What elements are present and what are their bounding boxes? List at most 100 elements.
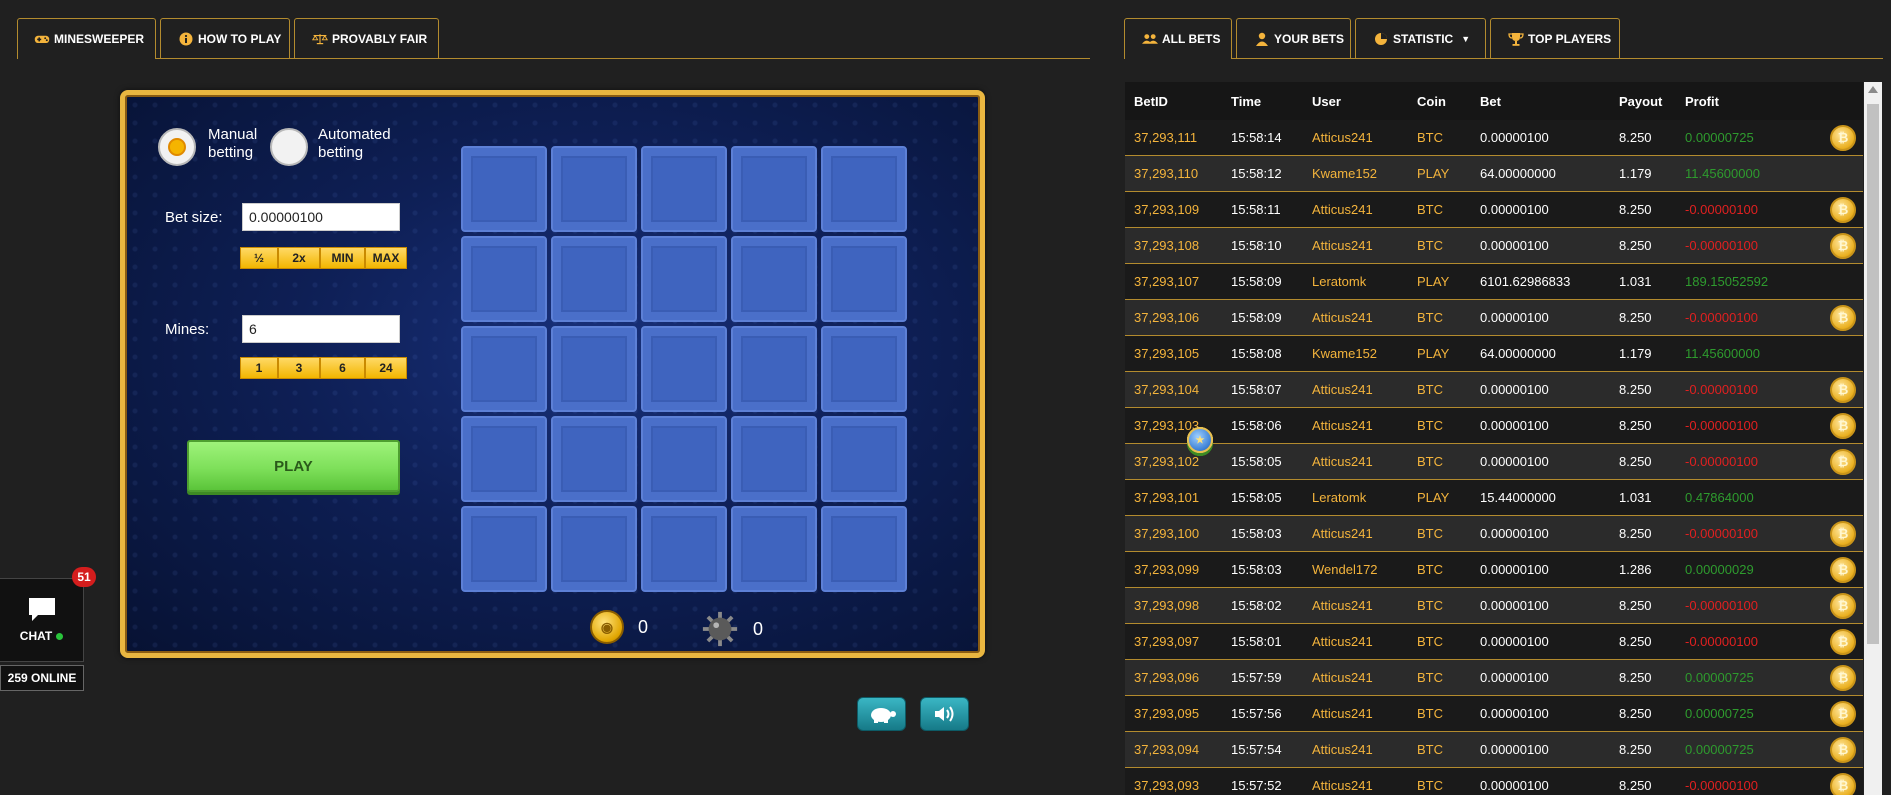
mine-tile[interactable]	[461, 506, 547, 592]
bet-user-link[interactable]: Leratomk	[1303, 479, 1408, 516]
mine-tile[interactable]	[551, 236, 637, 322]
bet-id-link[interactable]: 37,293,105	[1125, 335, 1222, 372]
manual-betting-radio[interactable]	[158, 128, 196, 166]
mine-tile[interactable]	[731, 146, 817, 232]
bet-user-link[interactable]: Atticus241	[1303, 515, 1408, 552]
table-row[interactable]: 37,293,096 15:57:59 Atticus241 BTC 0.0000010…	[1125, 659, 1863, 696]
mine-tile[interactable]	[551, 326, 637, 412]
double-bet-button[interactable]: 2x	[278, 247, 320, 269]
mine-tile[interactable]	[821, 236, 907, 322]
bet-size-input[interactable]	[242, 203, 400, 231]
bet-id-link[interactable]: 37,293,098	[1125, 587, 1222, 624]
table-row[interactable]: 37,293,101 15:58:05 Leratomk PLAY 15.4400000…	[1125, 427, 1863, 516]
table-row[interactable]: 37,293,103 15:58:06 Atticus241 BTC 0.0000010…	[1125, 407, 1863, 444]
bet-user-link[interactable]: Wendel172	[1303, 551, 1408, 588]
bet-user-link[interactable]: Atticus241	[1303, 731, 1408, 768]
bet-user-link[interactable]: Atticus241	[1303, 371, 1408, 408]
bet-user-link[interactable]: Kwame152	[1303, 335, 1408, 372]
bet-id-link[interactable]: 37,293,111	[1125, 120, 1222, 156]
table-row[interactable]: 37,293,105 15:58:08 Kwame152 PLAY 64.0000000…	[1125, 335, 1863, 453]
table-row[interactable]: 37,293,094 15:57:54 Atticus241 BTC 0.0000010…	[1125, 731, 1863, 768]
tab-your-bets[interactable]: YOUR BETS	[1236, 18, 1351, 58]
mine-tile[interactable]	[821, 146, 907, 232]
turbo-speed-button[interactable]	[857, 697, 906, 731]
mine-tile[interactable]	[551, 146, 637, 232]
tab-provably-fair[interactable]: PROVABLY FAIR	[294, 18, 439, 58]
bet-user-link[interactable]: Leratomk	[1303, 263, 1408, 300]
bet-id-link[interactable]: 37,293,104	[1125, 371, 1222, 408]
bet-user-link[interactable]: Atticus241	[1303, 191, 1408, 228]
mine-tile[interactable]	[461, 146, 547, 232]
bet-user-link[interactable]: Atticus241	[1303, 695, 1408, 732]
sound-toggle-button[interactable]	[920, 697, 969, 731]
mine-tile[interactable]	[821, 506, 907, 592]
mines-3-button[interactable]: 3	[278, 357, 320, 379]
mine-tile[interactable]	[461, 416, 547, 502]
bet-user-link[interactable]: Atticus241	[1303, 767, 1408, 795]
automated-betting-radio[interactable]	[270, 128, 308, 166]
table-row[interactable]: 37,293,104 15:58:07 Atticus241 BTC 0.0000010…	[1125, 371, 1863, 408]
mine-tile[interactable]	[731, 326, 817, 412]
bet-user-link[interactable]: Atticus241	[1303, 443, 1408, 480]
mine-tile[interactable]	[641, 146, 727, 232]
mine-tile[interactable]	[461, 326, 547, 412]
table-row[interactable]: 37,293,099 15:58:03 Wendel172 BTC 0.00000100…	[1125, 551, 1863, 588]
bet-id-link[interactable]: 37,293,093	[1125, 767, 1222, 795]
bet-user-link[interactable]: Atticus241	[1303, 299, 1408, 336]
mine-tile[interactable]	[821, 416, 907, 502]
table-row[interactable]: 37,293,097 15:58:01 Atticus241 BTC 0.0000010…	[1125, 623, 1863, 660]
play-button[interactable]: PLAY	[187, 440, 400, 492]
bet-id-link[interactable]: 37,293,108	[1125, 227, 1222, 264]
table-row[interactable]: 37,293,102 15:58:05 Atticus241 BTC 0.0000010…	[1125, 443, 1863, 480]
max-bet-button[interactable]: MAX	[365, 247, 407, 269]
table-row[interactable]: 37,293,106 15:58:09 Atticus241 BTC 0.0000010…	[1125, 299, 1863, 336]
tab-minesweeper[interactable]: MINESWEEPER	[17, 18, 156, 59]
table-row[interactable]: 37,293,109 15:58:11 Atticus241 BTC 0.0000010…	[1125, 191, 1863, 228]
tab-statistic[interactable]: STATISTIC ▼	[1355, 18, 1486, 58]
mine-tile[interactable]	[821, 326, 907, 412]
chat-button[interactable]: CHAT	[0, 578, 84, 662]
bet-user-link[interactable]: Atticus241	[1303, 227, 1408, 264]
bet-id-link[interactable]: 37,293,094	[1125, 731, 1222, 768]
scroll-up-arrow-icon[interactable]	[1868, 86, 1878, 93]
bet-id-link[interactable]: 37,293,107	[1125, 263, 1222, 300]
mine-tile[interactable]	[641, 506, 727, 592]
mines-6-button[interactable]: 6	[320, 357, 365, 379]
table-row[interactable]: 37,293,107 15:58:09 Leratomk PLAY 6101.62986…	[1125, 263, 1863, 453]
mines-input[interactable]	[242, 315, 400, 343]
bet-id-link[interactable]: 37,293,099	[1125, 551, 1222, 588]
mine-tile[interactable]	[551, 416, 637, 502]
bet-id-link[interactable]: 37,293,095	[1125, 695, 1222, 732]
bet-id-link[interactable]: 37,293,097	[1125, 623, 1222, 660]
table-row[interactable]: 37,293,110 15:58:12 Kwame152 PLAY 64.0000000…	[1125, 155, 1863, 453]
table-row[interactable]: 37,293,108 15:58:10 Atticus241 BTC 0.0000010…	[1125, 227, 1863, 264]
mine-tile[interactable]	[731, 506, 817, 592]
bets-scrollbar[interactable]	[1864, 82, 1882, 795]
mines-24-button[interactable]: 24	[365, 357, 407, 379]
tab-how-to-play[interactable]: HOW TO PLAY	[160, 18, 290, 58]
bet-id-link[interactable]: 37,293,106	[1125, 299, 1222, 336]
bet-id-link[interactable]: 37,293,110	[1125, 155, 1222, 192]
table-row[interactable]: 37,293,098 15:58:02 Atticus241 BTC 0.0000010…	[1125, 587, 1863, 624]
table-row[interactable]: 37,293,095 15:57:56 Atticus241 BTC 0.0000010…	[1125, 695, 1863, 732]
bet-user-link[interactable]: Kwame152	[1303, 155, 1408, 192]
table-row[interactable]: 37,293,093 15:57:52 Atticus241 BTC 0.0000010…	[1125, 767, 1863, 795]
bet-user-link[interactable]: Atticus241	[1303, 623, 1408, 660]
bet-id-link[interactable]: 37,293,100	[1125, 515, 1222, 552]
bet-id-link[interactable]: 37,293,101	[1125, 479, 1222, 516]
half-bet-button[interactable]: ½	[240, 247, 278, 269]
bet-id-link[interactable]: 37,293,096	[1125, 659, 1222, 696]
bet-user-link[interactable]: Atticus241	[1303, 659, 1408, 696]
tab-top-players[interactable]: TOP PLAYERS	[1490, 18, 1620, 58]
bet-user-link[interactable]: Atticus241	[1303, 120, 1408, 156]
mines-1-button[interactable]: 1	[240, 357, 278, 379]
bet-user-link[interactable]: Atticus241	[1303, 407, 1408, 444]
mine-tile[interactable]	[731, 416, 817, 502]
mine-tile[interactable]	[461, 236, 547, 322]
mine-tile[interactable]	[641, 416, 727, 502]
scrollbar-thumb[interactable]	[1867, 104, 1879, 644]
mine-tile[interactable]	[551, 506, 637, 592]
bet-id-link[interactable]: 37,293,109	[1125, 191, 1222, 228]
mine-tile[interactable]	[731, 236, 817, 322]
mine-tile[interactable]	[641, 236, 727, 322]
